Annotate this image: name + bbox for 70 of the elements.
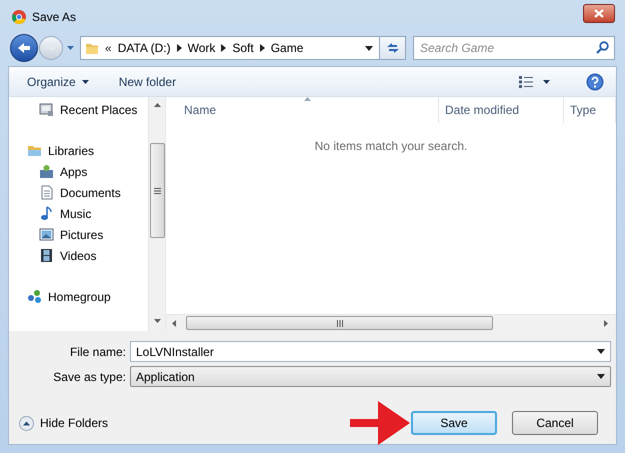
refresh-icon — [386, 42, 400, 54]
back-arrow-icon — [17, 42, 31, 54]
caret-icon — [82, 80, 89, 84]
help-button[interactable] — [586, 72, 604, 90]
list-view-icon — [519, 76, 533, 88]
new-folder-button[interactable]: New folder — [110, 70, 184, 94]
caret-icon — [66, 46, 74, 50]
film-icon — [39, 248, 54, 263]
column-header[interactable]: Date modified — [439, 97, 564, 123]
scrollbar-thumb[interactable] — [150, 143, 164, 238]
breadcrumb-item[interactable]: Work — [188, 39, 216, 57]
search-field[interactable]: Search Game — [413, 36, 615, 60]
app-icon — [12, 10, 26, 24]
overflow-chevron[interactable]: « — [105, 39, 112, 57]
breadcrumb-arrow-icon — [221, 44, 226, 52]
collapse-icon — [19, 416, 34, 430]
homegroup-icon — [27, 289, 42, 304]
library-folder-icon — [27, 143, 42, 158]
breadcrumb-item[interactable]: Soft — [232, 39, 254, 57]
nav-item[interactable]: Music — [9, 203, 148, 224]
scroll-up-icon — [154, 103, 160, 107]
arrow-drawing — [350, 400, 410, 446]
nav-item[interactable]: Recent Places — [9, 99, 148, 120]
scroll-right-icon — [604, 320, 608, 326]
column-header[interactable]: Name — [166, 97, 439, 123]
file-name-field[interactable]: LoLVNInstaller — [130, 341, 611, 362]
organize-button[interactable]: Organize — [19, 70, 97, 94]
nav-item[interactable]: Documents — [9, 182, 148, 203]
caret-icon — [365, 46, 373, 50]
apps-icon — [39, 164, 54, 179]
breadcrumb-item[interactable]: Game — [270, 39, 304, 57]
nav-item[interactable]: Videos — [9, 245, 148, 266]
breadcrumb-item[interactable]: DATA (D:) — [118, 39, 171, 57]
empty-message: No items match your search. — [314, 138, 468, 155]
window-title: Save As — [32, 9, 76, 26]
music-note-icon — [39, 206, 54, 221]
grip-icon — [154, 188, 160, 194]
recent-places-icon — [39, 102, 54, 117]
vertical-scrollbar[interactable] — [148, 97, 165, 331]
field-label: Save as type: — [52, 368, 127, 386]
document-icon — [39, 185, 54, 200]
nav-item[interactable]: Libraries — [9, 140, 148, 161]
dialog-button[interactable]: Cancel — [512, 411, 598, 435]
refresh-button[interactable] — [380, 36, 406, 60]
folder-icon — [85, 41, 99, 55]
nav-item[interactable]: Pictures — [9, 224, 148, 245]
dialog-button[interactable]: Save — [411, 411, 497, 435]
breadcrumb-arrow-icon — [176, 44, 182, 52]
close-icon — [594, 8, 604, 18]
nav-item[interactable]: Apps — [9, 161, 148, 182]
scroll-left-icon — [172, 320, 176, 326]
nav-item[interactable]: Homegroup — [9, 286, 148, 307]
scroll-down-icon — [154, 319, 160, 323]
caret-icon — [543, 80, 550, 84]
search-icon — [596, 41, 609, 54]
file-type-dropdown[interactable]: Application — [130, 366, 611, 387]
back-button[interactable] — [10, 34, 38, 62]
picture-icon — [39, 227, 54, 242]
caret-icon — [597, 374, 605, 379]
caret-icon — [597, 349, 605, 354]
scrollbar-thumb[interactable] — [186, 316, 493, 330]
help-icon — [586, 72, 604, 90]
address-bar[interactable]: « DATA (D:) Work Soft Game — [80, 36, 380, 60]
field-label: File name: — [68, 344, 127, 360]
column-header[interactable]: Type — [564, 97, 616, 123]
breadcrumb-arrow-icon — [260, 44, 265, 52]
hide-folders-button[interactable]: Hide Folders — [19, 412, 108, 434]
close-button[interactable] — [583, 4, 615, 22]
horizontal-scrollbar[interactable] — [166, 314, 616, 331]
grip-icon — [336, 320, 342, 326]
